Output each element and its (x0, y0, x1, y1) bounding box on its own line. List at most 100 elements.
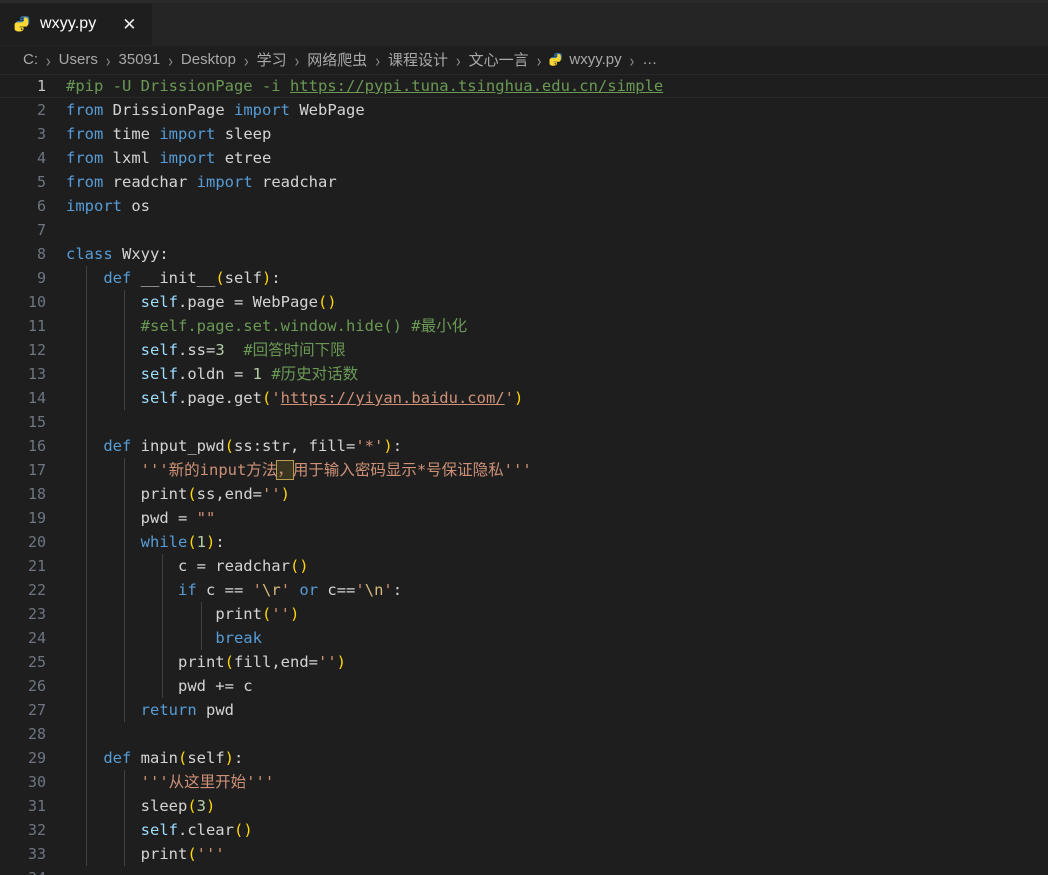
line-content[interactable]: print(fill,end='') (66, 650, 1048, 674)
breadcrumb-item-kechengsheji[interactable]: 课程设计 (387, 49, 449, 70)
line-content[interactable]: '''新的input方法，用于输入密码显示*号保证隐私''' (66, 458, 1048, 482)
code-line[interactable]: 6 import os (0, 194, 1048, 218)
line-content[interactable]: import os (66, 194, 1048, 218)
code-line[interactable]: 30 '''从这里开始''' (0, 770, 1048, 794)
breadcrumb-item-wangluopachong[interactable]: 网络爬虫 (306, 49, 368, 70)
unicode-highlight[interactable]: ， (276, 460, 294, 480)
line-content[interactable]: from DrissionPage import WebPage (66, 98, 1048, 122)
code-line[interactable]: 19 pwd = "" (0, 506, 1048, 530)
line-content[interactable]: self.oldn = 1 #历史对话数 (66, 362, 1048, 386)
line-number: 23 (27, 605, 46, 623)
python-file-icon (14, 15, 32, 33)
line-content[interactable]: self.clear() (66, 818, 1048, 842)
line-number: 22 (27, 581, 46, 599)
line-number: 2 (36, 101, 46, 119)
code-line[interactable]: 26 pwd += c (0, 674, 1048, 698)
code-line[interactable]: 2 from DrissionPage import WebPage (0, 98, 1048, 122)
code-line[interactable]: 33 print(''' (0, 842, 1048, 866)
line-content[interactable]: while(1): (66, 530, 1048, 554)
chevron-right-icon: › (629, 49, 635, 70)
vscode-window: wxyy.py ✕ C: › Users › 35091 › Desktop ›… (0, 0, 1048, 875)
line-number: 16 (27, 437, 46, 455)
code-line[interactable]: 7 (0, 218, 1048, 242)
code-line[interactable]: 12 self.ss=3 #回答时间下限 (0, 338, 1048, 362)
line-content[interactable]: return pwd (66, 698, 1048, 722)
chevron-right-icon: › (105, 49, 111, 70)
line-content[interactable]: sleep(3) (66, 794, 1048, 818)
code-line[interactable]: 15 (0, 410, 1048, 434)
line-content[interactable]: self.page = WebPage() (66, 290, 1048, 314)
editor-tab-wxyy-py[interactable]: wxyy.py ✕ (0, 3, 153, 45)
line-number: 13 (27, 365, 46, 383)
line-number: 15 (27, 413, 46, 431)
line-number: 34 (0, 869, 66, 875)
breadcrumb-item-xuexi[interactable]: 学习 (256, 49, 288, 70)
line-number: 19 (27, 509, 46, 527)
line-content[interactable]: class Wxyy: (66, 242, 1048, 266)
line-content[interactable]: def main(self): (66, 746, 1048, 770)
code-editor[interactable]: 1 #pip -U DrissionPage -i https://pypi.t… (0, 74, 1048, 875)
code-line[interactable]: 22 if c == '\r' or c=='\n': (0, 578, 1048, 602)
line-content[interactable]: pwd += c (66, 674, 1048, 698)
code-line[interactable]: 29 def main(self): (0, 746, 1048, 770)
code-line[interactable]: 28 (0, 722, 1048, 746)
breadcrumb-item-more[interactable]: … (641, 51, 658, 68)
code-line[interactable]: 20 while(1): (0, 530, 1048, 554)
line-number: 25 (27, 653, 46, 671)
line-number: 18 (27, 485, 46, 503)
line-content[interactable]: self.ss=3 #回答时间下限 (66, 338, 1048, 362)
breadcrumb-item-wenxinyiyan[interactable]: 文心一言 (468, 49, 530, 70)
line-content[interactable]: def input_pwd(ss:str, fill='*'): (66, 434, 1048, 458)
line-number: 31 (27, 797, 46, 815)
breadcrumb-file-label: wxyy.py (569, 51, 622, 68)
breadcrumb-item-drive[interactable]: C: (22, 51, 39, 68)
code-line[interactable]: 21 c = readchar() (0, 554, 1048, 578)
code-line[interactable]: 10 self.page = WebPage() (0, 290, 1048, 314)
line-content[interactable]: from readchar import readchar (66, 170, 1048, 194)
line-content[interactable]: print('') (66, 602, 1048, 626)
close-icon[interactable]: ✕ (118, 13, 140, 35)
line-content[interactable]: def __init__(self): (66, 266, 1048, 290)
line-number: 11 (27, 317, 46, 335)
line-content[interactable]: c = readchar() (66, 554, 1048, 578)
code-line[interactable]: 4 from lxml import etree (0, 146, 1048, 170)
code-line[interactable]: 17 '''新的input方法，用于输入密码显示*号保证隐私''' (0, 458, 1048, 482)
breadcrumb-item-desktop[interactable]: Desktop (180, 51, 237, 68)
line-content[interactable]: #pip -U DrissionPage -i https://pypi.tun… (66, 74, 1048, 98)
line-content[interactable]: self.page.get('https://yiyan.baidu.com/'… (66, 386, 1048, 410)
tab-bar-empty-area (152, 3, 1048, 45)
line-content[interactable]: '''从这里开始''' (66, 770, 1048, 794)
code-line[interactable]: 25 print(fill,end='') (0, 650, 1048, 674)
code-line[interactable]: 5 from readchar import readchar (0, 170, 1048, 194)
breadcrumb-item-35091[interactable]: 35091 (118, 51, 162, 68)
code-line[interactable]: 32 self.clear() (0, 818, 1048, 842)
line-number: 4 (36, 149, 46, 167)
code-line[interactable]: 16 def input_pwd(ss:str, fill='*'): (0, 434, 1048, 458)
code-line[interactable]: 14 self.page.get('https://yiyan.baidu.co… (0, 386, 1048, 410)
line-content[interactable]: from time import sleep (66, 122, 1048, 146)
code-line[interactable]: 9 def __init__(self): (0, 266, 1048, 290)
code-line[interactable]: 23 print('') (0, 602, 1048, 626)
code-line[interactable]: 1 #pip -U DrissionPage -i https://pypi.t… (0, 74, 1048, 98)
line-content[interactable]: pwd = "" (66, 506, 1048, 530)
code-line[interactable]: 27 return pwd (0, 698, 1048, 722)
line-content[interactable]: break (66, 626, 1048, 650)
line-content[interactable]: #self.page.set.window.hide() #最小化 (66, 314, 1048, 338)
code-line[interactable]: 18 print(ss,end='') (0, 482, 1048, 506)
line-content[interactable]: ----------------------------------------… (66, 866, 1048, 875)
line-content[interactable]: print(''' (66, 842, 1048, 866)
chevron-right-icon: › (46, 49, 51, 70)
code-line[interactable]: 11 #self.page.set.window.hide() #最小化 (0, 314, 1048, 338)
code-line[interactable]: 8 class Wxyy: (0, 242, 1048, 266)
breadcrumb-item-file[interactable]: wxyy.py (548, 51, 622, 68)
code-line[interactable]: 34 -------------------------------------… (0, 866, 1048, 875)
line-content[interactable]: print(ss,end='') (66, 482, 1048, 506)
code-line[interactable]: 31 sleep(3) (0, 794, 1048, 818)
line-content[interactable]: if c == '\r' or c=='\n': (66, 578, 1048, 602)
code-line[interactable]: 3 from time import sleep (0, 122, 1048, 146)
line-number: 20 (27, 533, 46, 551)
code-line[interactable]: 24 break (0, 626, 1048, 650)
line-content[interactable]: from lxml import etree (66, 146, 1048, 170)
breadcrumb-item-users[interactable]: Users (58, 51, 99, 68)
code-line[interactable]: 13 self.oldn = 1 #历史对话数 (0, 362, 1048, 386)
